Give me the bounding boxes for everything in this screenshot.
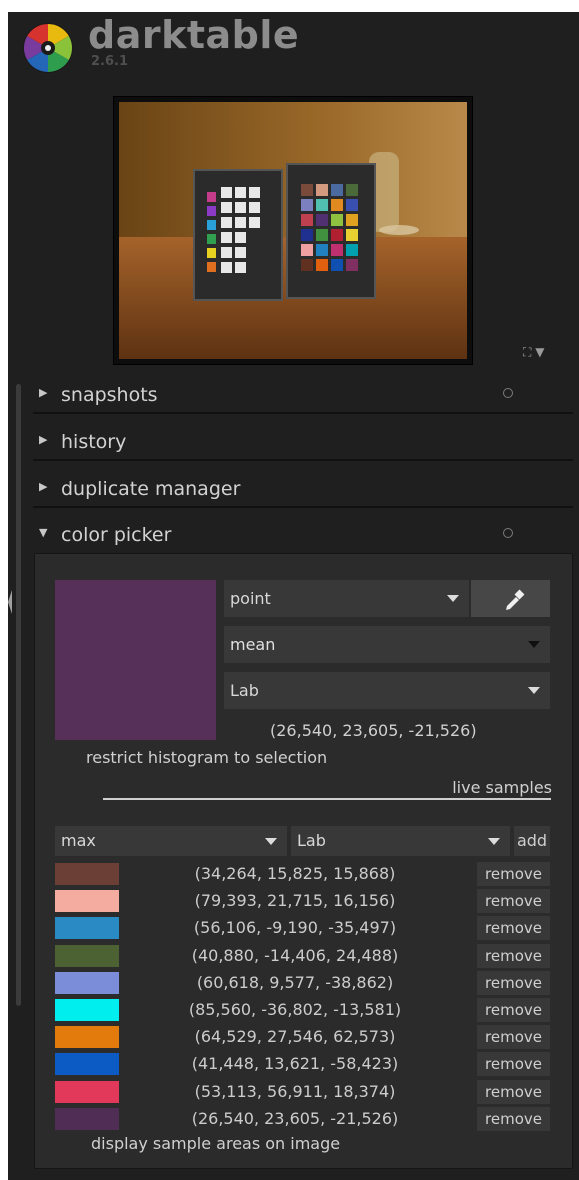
collapse-arrow-icon: ▼ bbox=[39, 526, 48, 539]
remove-sample-button[interactable]: remove bbox=[477, 943, 550, 968]
collapse-arrow-icon[interactable] bbox=[8, 590, 12, 614]
picker-mode-value: point bbox=[230, 589, 271, 608]
statistic-dropdown[interactable]: mean bbox=[224, 626, 550, 663]
dropdown-arrow-icon bbox=[447, 595, 459, 602]
sample-swatch[interactable] bbox=[55, 1080, 119, 1103]
divider bbox=[33, 412, 573, 414]
expand-arrow-icon: ▶ bbox=[39, 386, 48, 399]
module-snapshots[interactable]: ▶ snapshots bbox=[33, 374, 573, 416]
sample-value: (60,618, 9,577, -38,862) bbox=[196, 972, 394, 992]
remove-sample-button[interactable]: remove bbox=[477, 889, 550, 914]
divider bbox=[33, 506, 573, 508]
statistic-value: mean bbox=[230, 635, 276, 654]
sample-color-space-dropdown[interactable]: Lab bbox=[291, 826, 510, 856]
reset-icon[interactable] bbox=[503, 388, 513, 398]
remove-sample-button[interactable]: remove bbox=[477, 1052, 550, 1077]
restrict-histogram-toggle[interactable]: restrict histogram to selection bbox=[86, 748, 327, 767]
remove-sample-button[interactable]: remove bbox=[477, 1079, 550, 1104]
module-label: history bbox=[61, 431, 127, 453]
module-duplicate-manager[interactable]: ▶ duplicate manager bbox=[33, 468, 573, 510]
sample-value: (26,540, 23,605, -21,526) bbox=[191, 1108, 399, 1128]
scrollbar[interactable] bbox=[16, 384, 21, 1006]
picker-mode-dropdown[interactable]: point bbox=[224, 580, 469, 617]
sample-value: (40,880, -14,406, 24,488) bbox=[191, 945, 399, 965]
sample-swatch[interactable] bbox=[55, 917, 119, 940]
dropdown-arrow-icon bbox=[488, 838, 500, 845]
sample-swatch[interactable] bbox=[55, 971, 119, 994]
sample-swatch[interactable] bbox=[55, 999, 119, 1021]
app-version: 2.6.1 bbox=[91, 54, 129, 69]
remove-sample-button[interactable]: remove bbox=[477, 916, 550, 941]
picked-color-swatch bbox=[55, 580, 216, 740]
color-picker-body: point mean Lab (26,540, 23,605, -21,526)… bbox=[34, 553, 573, 1169]
module-color-picker[interactable]: ▼ color picker bbox=[33, 514, 573, 556]
sample-color-space-value: Lab bbox=[297, 831, 326, 850]
sample-value: (64,529, 27,546, 62,573) bbox=[194, 1027, 396, 1047]
color-space-value: Lab bbox=[230, 681, 259, 700]
sample-value: (85,560, -36,802, -13,581) bbox=[188, 1000, 402, 1019]
app-name: darktable bbox=[88, 13, 300, 57]
reset-icon[interactable] bbox=[503, 528, 513, 538]
sample-swatch[interactable] bbox=[55, 944, 119, 967]
module-label: color picker bbox=[61, 524, 172, 546]
dropdown-arrow-icon bbox=[265, 838, 277, 845]
thumbnail-image bbox=[119, 102, 467, 359]
expand-icon[interactable]: ⛶ ▼ bbox=[523, 345, 544, 360]
add-sample-button[interactable]: add bbox=[514, 826, 550, 856]
picked-color-value: (26,540, 23,605, -21,526) bbox=[270, 721, 477, 740]
module-label: snapshots bbox=[61, 384, 158, 406]
sample-swatch[interactable] bbox=[55, 1026, 119, 1049]
sample-swatch[interactable] bbox=[55, 890, 119, 913]
sample-value: (56,106, -9,190, -35,497) bbox=[193, 918, 397, 938]
remove-sample-button[interactable]: remove bbox=[477, 862, 550, 886]
darktable-logo-icon bbox=[23, 23, 73, 73]
remove-sample-button[interactable]: remove bbox=[477, 998, 550, 1022]
expand-arrow-icon: ▶ bbox=[39, 433, 48, 446]
module-label: duplicate manager bbox=[61, 478, 241, 500]
color-space-dropdown[interactable]: Lab bbox=[224, 672, 550, 709]
sample-value: (79,393, 21,715, 16,156) bbox=[194, 891, 396, 911]
display-sample-areas-toggle[interactable]: display sample areas on image bbox=[91, 1134, 340, 1153]
remove-sample-button[interactable]: remove bbox=[477, 970, 550, 995]
dropdown-arrow-icon bbox=[528, 687, 540, 694]
sample-swatch[interactable] bbox=[55, 863, 119, 885]
sample-statistic-dropdown[interactable]: max bbox=[55, 826, 287, 856]
remove-sample-button[interactable]: remove bbox=[477, 1106, 550, 1131]
eyedropper-icon bbox=[506, 589, 525, 610]
color-picker-button[interactable] bbox=[471, 580, 550, 617]
sample-statistic-value: max bbox=[61, 831, 96, 850]
live-samples-label: live samples bbox=[452, 778, 552, 797]
sample-value: (41,448, 13,621, -58,423) bbox=[191, 1054, 399, 1074]
sample-value: (34,264, 15,825, 15,868) bbox=[194, 864, 396, 883]
module-history[interactable]: ▶ history bbox=[33, 421, 573, 463]
divider bbox=[33, 459, 573, 461]
expand-arrow-icon: ▶ bbox=[39, 480, 48, 493]
navigation-thumbnail[interactable] bbox=[113, 96, 473, 365]
sample-swatch[interactable] bbox=[55, 1107, 119, 1130]
live-samples-divider bbox=[103, 798, 551, 800]
right-panel: darktable 2.6.1 ⛶ ▼ ▶ snapshots ▶ histor… bbox=[8, 12, 579, 1180]
sample-swatch[interactable] bbox=[55, 1053, 119, 1076]
dropdown-arrow-icon bbox=[528, 641, 540, 648]
remove-sample-button[interactable]: remove bbox=[477, 1025, 550, 1050]
sample-value: (53,113, 56,911, 18,374) bbox=[194, 1081, 396, 1101]
